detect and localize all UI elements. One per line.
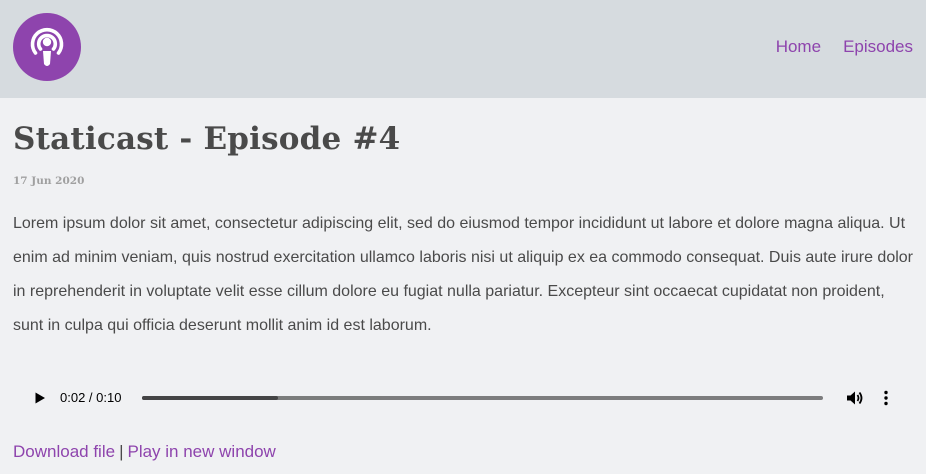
link-separator: | bbox=[119, 442, 124, 461]
download-file-link[interactable]: Download file bbox=[13, 442, 115, 461]
play-icon[interactable] bbox=[34, 392, 46, 404]
time-display: 0:02 / 0:10 bbox=[60, 390, 122, 405]
podcast-icon bbox=[30, 27, 64, 66]
nav-link-episodes[interactable]: Episodes bbox=[843, 36, 913, 58]
audio-player: 0:02 / 0:10 bbox=[13, 380, 901, 416]
article: Staticast - Episode #4 17 Jun 2020 Lorem… bbox=[13, 98, 913, 343]
nav-link-home[interactable]: Home bbox=[776, 36, 821, 58]
more-vertical-icon[interactable] bbox=[881, 389, 891, 407]
page-title: Staticast - Episode #4 bbox=[13, 121, 401, 157]
podcast-logo[interactable] bbox=[13, 13, 81, 81]
play-new-window-link[interactable]: Play in new window bbox=[127, 442, 275, 461]
article-body: Lorem ipsum dolor sit amet, consectetur … bbox=[13, 215, 913, 334]
publish-date: 17 Jun 2020 bbox=[13, 175, 85, 187]
episode-links: Download file | Play in new window bbox=[13, 441, 276, 463]
site-header: Home Episodes bbox=[0, 0, 926, 98]
progress-fill bbox=[142, 396, 279, 400]
main-nav: Home Episodes bbox=[776, 36, 913, 58]
progress-slider[interactable] bbox=[142, 396, 823, 400]
volume-icon[interactable] bbox=[846, 389, 864, 407]
